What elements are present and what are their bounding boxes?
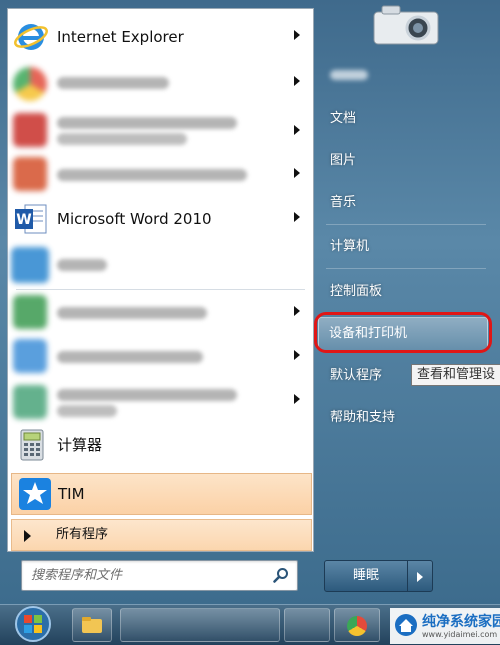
expand-arrow-icon: [24, 530, 31, 542]
program-label: 计算器: [57, 436, 103, 454]
submenu-arrow-icon[interactable]: [294, 306, 300, 316]
start-orb-icon[interactable]: [12, 604, 54, 644]
program-item-photo-viewer[interactable]: [11, 335, 310, 379]
search-input[interactable]: 搜索程序和文件: [21, 560, 298, 591]
site-logo-icon: [395, 614, 417, 636]
site-watermark: 纯净系统家园 www.yidaimei.com: [390, 608, 500, 644]
submenu-arrow-icon[interactable]: [294, 76, 300, 86]
all-programs-label: 所有程序: [56, 527, 109, 542]
calculator-icon: [20, 429, 44, 461]
program-label: TIM: [58, 485, 85, 503]
program-item-blurred-2[interactable]: [11, 379, 310, 423]
user-name-blurred[interactable]: [330, 70, 368, 80]
right-item-help-and-support[interactable]: 帮助和支持: [322, 402, 488, 434]
right-item-control-panel[interactable]: 控制面板: [322, 276, 488, 308]
search-placeholder: 搜索程序和文件: [31, 568, 123, 583]
right-item-documents[interactable]: 文档: [322, 103, 488, 135]
folder-icon: [82, 617, 102, 633]
right-item-music[interactable]: 音乐: [322, 187, 488, 219]
program-list-panel: Internet Explorer W Microsoft Word 2010 …: [7, 8, 314, 552]
program-label: Internet Explorer: [57, 28, 184, 46]
chrome-icon: [13, 67, 47, 101]
blurred-label: [57, 389, 237, 401]
program-item-internet-explorer[interactable]: Internet Explorer: [11, 15, 310, 59]
blurred-label: [57, 117, 237, 129]
program-item-powerpoint[interactable]: [11, 153, 310, 197]
shutdown-options-button[interactable]: [407, 560, 433, 592]
red-highlight-ring: [314, 312, 492, 353]
word-icon: W: [15, 204, 47, 234]
blurred-label: [57, 169, 247, 181]
watermark-title: 纯净系统家园: [422, 614, 500, 630]
blurred-label: [57, 351, 203, 363]
powerpoint-icon: [13, 157, 47, 191]
internet-explorer-icon: [14, 24, 48, 50]
blurred-label: [57, 259, 107, 271]
submenu-arrow-icon[interactable]: [294, 394, 300, 404]
divider: [16, 289, 305, 290]
autocad-icon: [13, 113, 47, 147]
submenu-arrow-icon[interactable]: [294, 168, 300, 178]
program-item-blurred[interactable]: [11, 243, 310, 287]
submenu-arrow-icon[interactable]: [294, 30, 300, 40]
program-item-chrome[interactable]: [11, 61, 310, 105]
tooltip: 查看和管理设: [411, 364, 500, 386]
excel-icon: [13, 295, 47, 329]
blurred-label: [57, 77, 169, 89]
search-icon[interactable]: [273, 567, 289, 583]
submenu-arrow-icon[interactable]: [294, 125, 300, 135]
divider: [326, 224, 486, 225]
sleep-button[interactable]: 睡眠: [324, 560, 408, 592]
program-item-tim[interactable]: TIM: [11, 473, 312, 515]
program-item-excel[interactable]: [11, 291, 310, 335]
right-item-computer[interactable]: 计算机: [322, 231, 488, 263]
blurred-label: [57, 307, 207, 319]
tim-icon: [19, 478, 51, 510]
right-item-pictures[interactable]: 图片: [322, 145, 488, 177]
photo-viewer-icon: [13, 339, 47, 373]
blurred-label: [57, 133, 187, 145]
user-picture-camera-icon[interactable]: [372, 0, 442, 48]
start-menu: Internet Explorer W Microsoft Word 2010 …: [0, 0, 500, 604]
blurred-label: [57, 405, 117, 417]
submenu-arrow-icon[interactable]: [294, 212, 300, 222]
taskbar-chrome-button[interactable]: [334, 608, 380, 642]
svg-text:W: W: [16, 212, 31, 228]
program-item-word[interactable]: W Microsoft Word 2010: [11, 197, 310, 241]
blurred-app-icon: [13, 385, 47, 419]
submenu-arrow-icon[interactable]: [294, 350, 300, 360]
all-programs-button[interactable]: 所有程序: [11, 519, 312, 551]
blurred-app-icon: [11, 247, 49, 283]
watermark-url: www.yidaimei.com: [422, 630, 498, 639]
program-item-calculator[interactable]: 计算器: [11, 423, 310, 467]
divider: [326, 268, 486, 269]
taskbar-app-button[interactable]: [284, 608, 330, 642]
taskbar-app-button[interactable]: [120, 608, 280, 642]
program-item-autocad[interactable]: [11, 107, 310, 153]
taskbar-explorer-button[interactable]: [72, 608, 112, 642]
chevron-right-icon: [417, 572, 423, 582]
program-label: Microsoft Word 2010: [57, 210, 212, 228]
chrome-icon: [347, 616, 367, 636]
